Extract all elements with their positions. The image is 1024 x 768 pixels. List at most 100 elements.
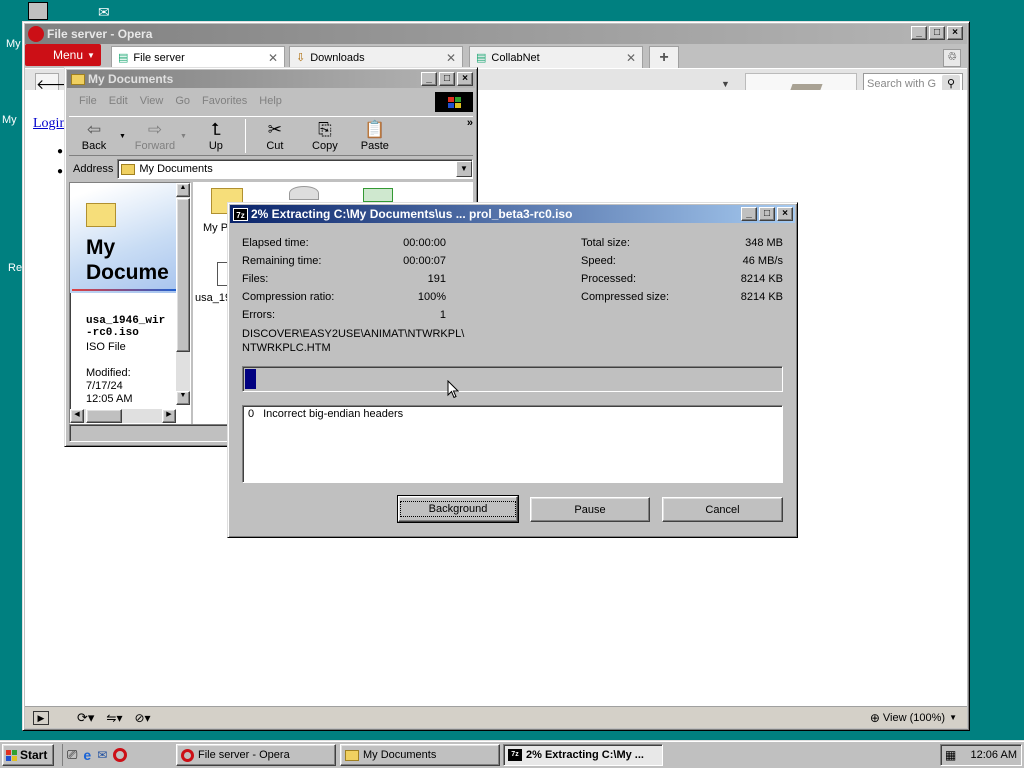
tab-downloads[interactable]: ⇩ Downloads ✕ (289, 46, 463, 68)
background-button[interactable]: Background (397, 495, 519, 523)
dialog-title: 2% Extracting C:\My Documents\us ... pro… (251, 207, 573, 221)
download-icon: ⇩ (296, 52, 306, 64)
menu-edit[interactable]: Edit (109, 95, 128, 107)
tab-label: CollabNet (491, 51, 540, 64)
tab-collabnet[interactable]: ▤ CollabNet ✕ (469, 46, 643, 68)
close-icon[interactable]: × (457, 72, 473, 86)
opera-menu-label: Menu (53, 48, 84, 62)
desktop-label-my-computer: My (2, 114, 17, 126)
opera-status-bar: ▶ ⟳▾ ⇋▾ ⊘▾ ⊕ View (100%) ▼ (25, 706, 967, 728)
stat-row: Speed: 46 MB/s (581, 255, 783, 273)
show-desktop-icon[interactable]: ⎚ (67, 747, 77, 763)
processed-label: Processed: (581, 273, 637, 285)
copy-label: Copy (312, 140, 338, 152)
progress-fill (245, 369, 256, 389)
opera-titlebar[interactable]: File server - Opera (25, 24, 967, 44)
opera-icon[interactable] (113, 748, 128, 762)
stat-row: Errors: 1 (242, 309, 446, 327)
minimize-icon[interactable]: _ (741, 207, 757, 221)
search-placeholder: Search with G (867, 78, 937, 90)
back-arrow-icon: ⇦ (86, 120, 102, 139)
folder-icon (121, 163, 136, 175)
scheduler-icon[interactable]: ▦ (945, 748, 956, 762)
minimize-icon[interactable]: _ (911, 26, 927, 40)
mouse-cursor-icon (447, 380, 459, 399)
task-opera[interactable]: File server - Opera (176, 744, 336, 766)
windows-logo-icon (6, 749, 17, 761)
minimize-icon[interactable]: _ (421, 72, 437, 86)
up-button[interactable]: ⮤ Up (191, 120, 241, 152)
files-value: 191 (427, 273, 446, 285)
close-icon[interactable]: × (777, 207, 793, 221)
forward-button[interactable]: ⇨ Forward (130, 120, 180, 152)
7zip-icon: 7z (508, 749, 522, 761)
my-documents-titlebar[interactable]: My Documents _ □ × (67, 70, 475, 88)
error-log-box[interactable]: 0 Incorrect big-endian headers (242, 405, 783, 483)
turbo-icon[interactable]: ⊘▾ (135, 711, 151, 725)
menu-favorites[interactable]: Favorites (202, 95, 247, 107)
cancel-button[interactable]: Cancel (662, 497, 783, 522)
total-size-value: 348 MB (745, 237, 783, 249)
paste-button[interactable]: 📋 Paste (350, 120, 400, 152)
close-icon[interactable]: ✕ (446, 51, 456, 65)
scissors-icon: ✂ (267, 120, 282, 139)
stat-row: Elapsed time: 00:00:00 (242, 237, 446, 255)
desktop-icon-network[interactable]: ✉ (98, 4, 124, 20)
paste-label: Paste (360, 140, 389, 152)
opera-window-controls: _ □ × (911, 26, 963, 40)
maximize-icon[interactable]: □ (439, 72, 455, 86)
start-button[interactable]: Start (2, 744, 54, 766)
pause-button[interactable]: Pause (530, 497, 650, 522)
chevron-down-icon[interactable]: ▼ (119, 133, 126, 140)
share-icon[interactable]: ⇋▾ (106, 711, 122, 725)
internet-explorer-icon[interactable]: e (83, 747, 91, 763)
folder-icon (86, 203, 116, 227)
cut-button[interactable]: ✂ Cut (250, 120, 300, 152)
maximize-icon[interactable]: □ (929, 26, 945, 40)
back-button[interactable]: ⇦ Back (69, 120, 119, 152)
cd-image-icon[interactable] (289, 186, 319, 200)
maximize-icon[interactable]: □ (759, 207, 775, 221)
close-icon[interactable]: ✕ (268, 51, 278, 65)
new-tab-button[interactable]: + (649, 46, 679, 68)
chevron-down-icon[interactable]: ▼ (456, 161, 472, 177)
close-icon[interactable]: ✕ (626, 51, 636, 65)
sync-icon[interactable]: ⟳▾ (77, 710, 94, 726)
chevron-down-icon[interactable]: ▼ (180, 133, 187, 140)
login-link[interactable]: Login (33, 116, 66, 132)
tab-file-server[interactable]: ▤ File server ✕ (111, 46, 285, 68)
menu-file[interactable]: File (79, 95, 97, 107)
extraction-dialog-titlebar[interactable]: 7z 2% Extracting C:\My Documents\us ... … (230, 205, 795, 223)
copy-button[interactable]: ⎘ Copy (300, 120, 350, 152)
desktop-icon-my-computer[interactable] (28, 2, 48, 20)
toolbar-overflow-icon[interactable]: » (467, 117, 473, 129)
vertical-scrollbar[interactable]: ▲ ▼ (176, 183, 190, 405)
panel-toggle-icon[interactable]: ▶ (33, 710, 49, 725)
task-my-documents[interactable]: My Documents (340, 744, 500, 766)
tab-trash-icon[interactable]: ♲ (943, 49, 961, 67)
menu-view[interactable]: View (140, 95, 164, 107)
image-file-icon[interactable] (363, 188, 393, 202)
opera-menu-button[interactable]: Menu ▼ (25, 44, 101, 66)
chevron-down-icon[interactable]: ▼ (949, 713, 957, 722)
menu-go[interactable]: Go (175, 95, 190, 107)
menu-help[interactable]: Help (259, 95, 282, 107)
my-documents-toolbar: ⇦ Back ▼ ⇨ Forward ▼ ⮤ Up ✂ Cut ⎘ Copy 📋 Paste… (69, 116, 473, 156)
address-dropdown-icon[interactable]: ▼ (721, 79, 730, 89)
remaining-time-label: Remaining time: (242, 255, 322, 267)
zoom-level[interactable]: View (100%) (883, 712, 945, 724)
file-label: My P (203, 222, 229, 234)
task-extracting[interactable]: 7z 2% Extracting C:\My ... (503, 744, 663, 766)
up-folder-icon: ⮤ (210, 120, 221, 139)
horizontal-scrollbar[interactable]: ◀ ▶ (70, 409, 176, 423)
modified-time: 12:05 AM (86, 393, 133, 405)
compressed-size-value: 8214 KB (740, 291, 783, 303)
address-field[interactable]: My Documents ▼ (117, 159, 473, 179)
selected-file-type: ISO File (86, 341, 126, 353)
outlook-icon[interactable]: ✉ (97, 748, 107, 762)
list-bullet: ● (57, 166, 64, 177)
stat-row: Files: 191 (242, 273, 446, 291)
clock[interactable]: 12:06 AM (971, 749, 1017, 761)
close-icon[interactable]: × (947, 26, 963, 40)
up-label: Up (208, 140, 223, 152)
